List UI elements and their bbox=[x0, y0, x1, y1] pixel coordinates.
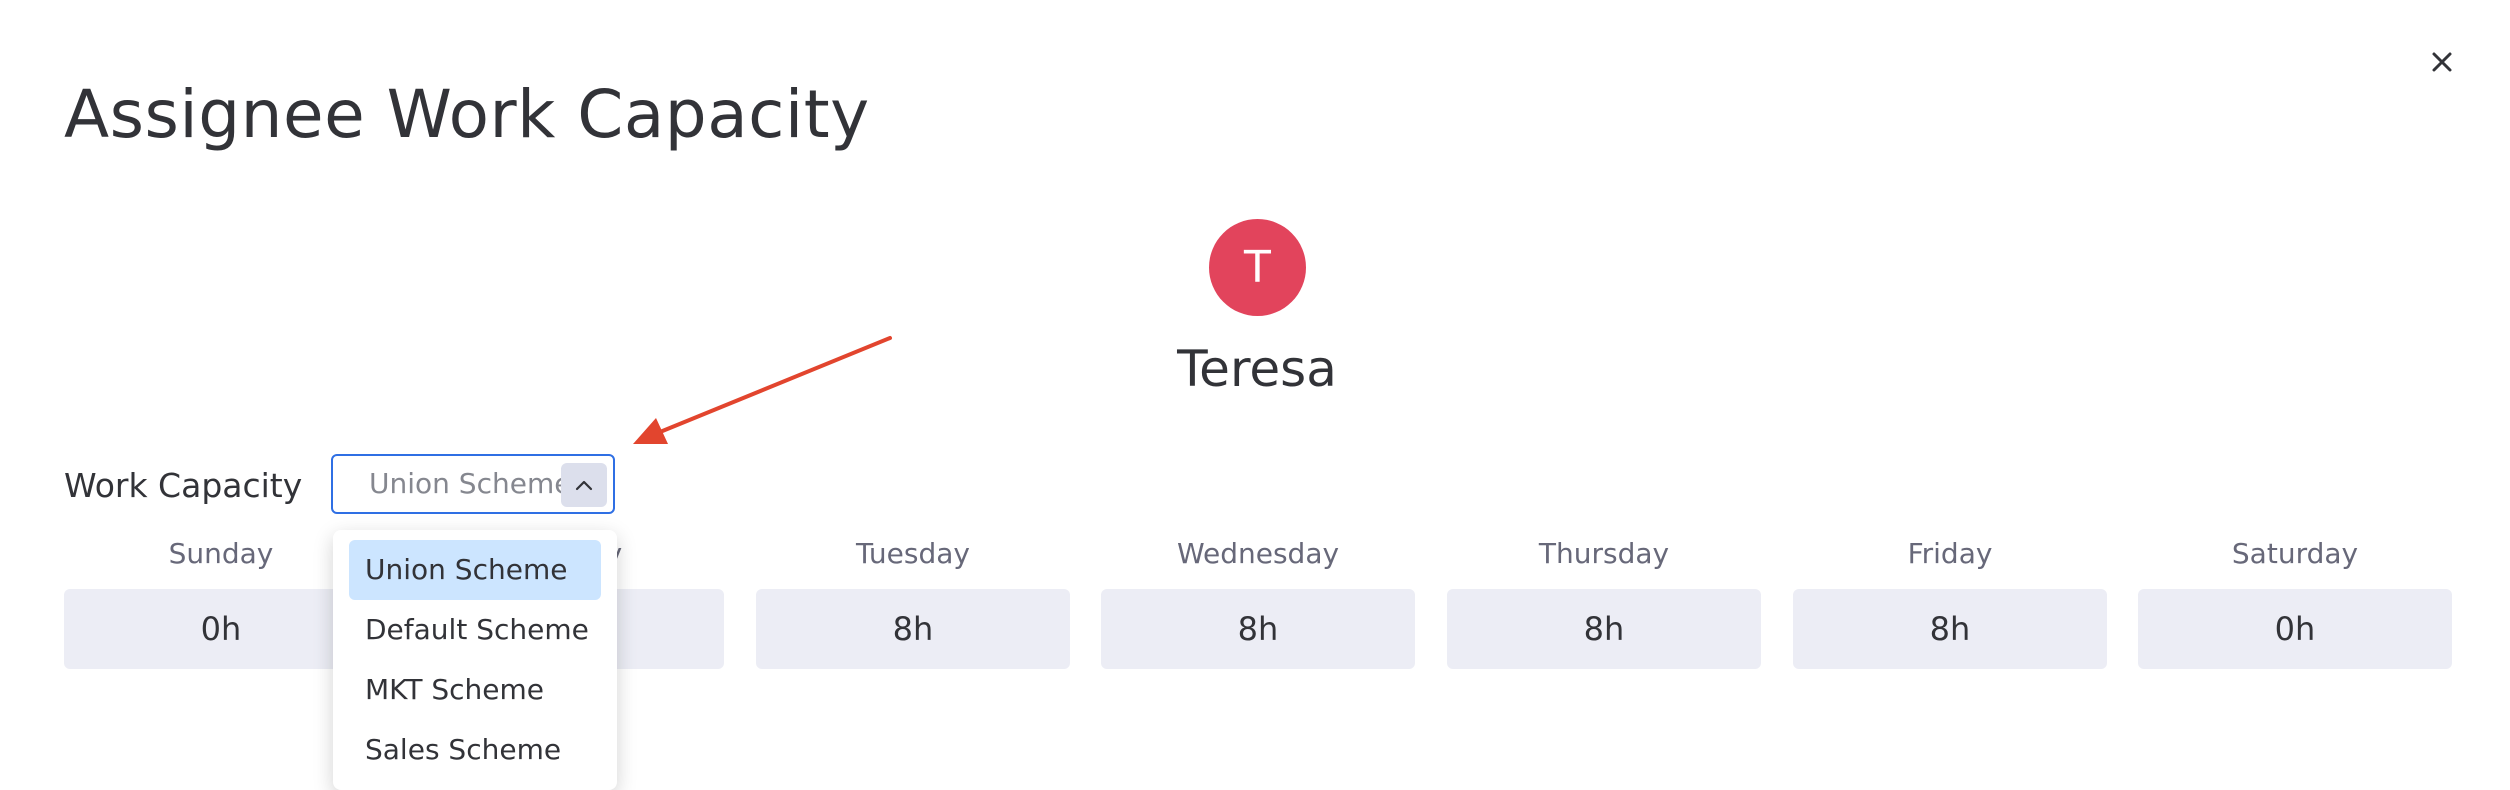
day-hours-friday[interactable]: 8h bbox=[1793, 589, 2107, 669]
day-label-tuesday: Tuesday bbox=[856, 537, 970, 570]
dropdown-option-union-scheme[interactable]: Union Scheme bbox=[349, 540, 601, 600]
day-label-friday: Friday bbox=[1907, 537, 1993, 570]
day-hours-wednesday[interactable]: 8h bbox=[1101, 589, 1415, 669]
select-value: Union Scheme bbox=[369, 467, 572, 500]
day-hours-thursday[interactable]: 8h bbox=[1447, 589, 1761, 669]
chevron-up-icon bbox=[575, 480, 593, 491]
dropdown-option-default-scheme[interactable]: Default Scheme bbox=[349, 600, 601, 660]
day-hours-tuesday[interactable]: 8h bbox=[756, 589, 1070, 669]
dropdown-option-mkt-scheme[interactable]: MKT Scheme bbox=[349, 660, 601, 720]
work-capacity-label: Work Capacity bbox=[64, 466, 303, 505]
work-capacity-select[interactable]: Union Scheme bbox=[331, 454, 615, 514]
scheme-dropdown-menu: Union Scheme Default Scheme MKT Scheme S… bbox=[333, 530, 617, 790]
day-hours-saturday[interactable]: 0h bbox=[2138, 589, 2452, 669]
day-label-sunday: Sunday bbox=[168, 537, 274, 570]
chevron-up-button[interactable] bbox=[561, 463, 607, 507]
day-label-wednesday: Wednesday bbox=[1176, 537, 1340, 570]
day-label-thursday: Thursday bbox=[1538, 537, 1670, 570]
day-hours-sunday[interactable]: 0h bbox=[64, 589, 378, 669]
day-label-saturday: Saturday bbox=[2231, 537, 2359, 570]
dropdown-option-sales-scheme[interactable]: Sales Scheme bbox=[349, 720, 601, 780]
